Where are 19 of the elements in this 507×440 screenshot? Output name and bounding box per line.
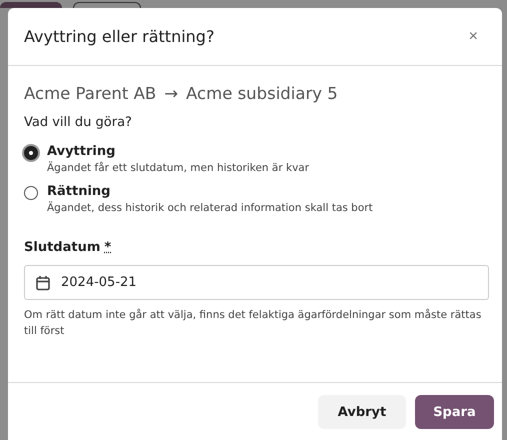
required-mark: *: [104, 240, 112, 255]
radio-button[interactable]: [24, 186, 38, 200]
cancel-button[interactable]: Avbryt: [318, 395, 406, 429]
arrow-glyph: →: [164, 84, 178, 103]
field-label: Slutdatum: [24, 240, 100, 255]
close-button[interactable]: ×: [464, 28, 482, 46]
question-text: Vad vill du göra?: [24, 115, 133, 130]
option-description: Ägandet, dess historik och relaterad information skall tas bort: [47, 202, 373, 214]
help-text: Om rätt datum inte går att välja, finns det felaktiga ägarfördelningar som måste rättas till först: [24, 308, 482, 339]
option-label[interactable]: Avyttring: [47, 144, 310, 159]
date-field[interactable]: 2024-05-21: [24, 265, 489, 300]
dialog-title: Avyttring eller rättning?: [24, 27, 214, 46]
option-description: Ägandet får ett slutdatum, men historiken är kvar: [47, 162, 310, 174]
calendar-icon: [35, 275, 51, 291]
save-button[interactable]: Spara: [415, 395, 494, 429]
subsidiary-company: Acme subsidiary 5: [186, 84, 338, 103]
option-label[interactable]: Rättning: [47, 184, 373, 199]
parent-company: Acme Parent AB: [24, 84, 156, 103]
radio-button[interactable]: [24, 146, 38, 160]
